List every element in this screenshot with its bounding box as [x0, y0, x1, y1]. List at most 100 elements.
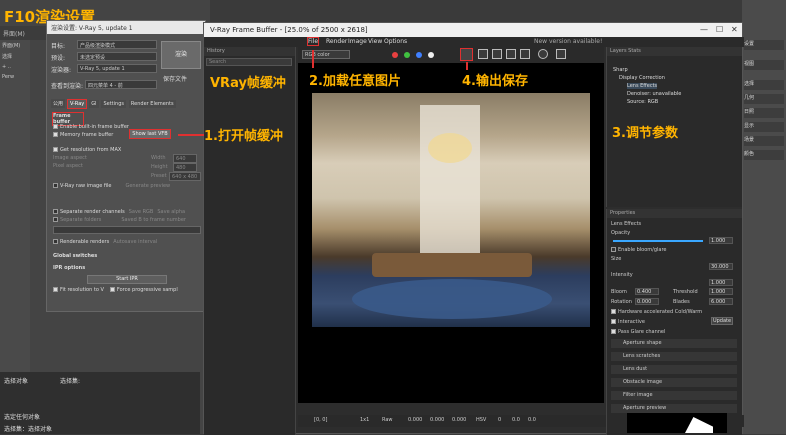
menu-render[interactable]: Render [326, 38, 347, 45]
history-search-input[interactable]: Search [206, 58, 292, 66]
view-select[interactable]: 四元菜单 4 - 前 [85, 80, 157, 89]
red-channel-icon[interactable] [392, 52, 398, 58]
load-image-icon[interactable] [478, 49, 488, 59]
fit-resolution-checkbox[interactable] [53, 287, 58, 292]
hw-accel-option[interactable]: Hardware accelerated Cold/Warm [611, 309, 702, 315]
preset-res-select[interactable]: 640 x 480 [169, 172, 201, 181]
new-version-notice[interactable]: New version available! [534, 38, 602, 45]
renderer-select[interactable]: V-Ray 5, update 1 [77, 64, 157, 73]
green-channel-icon[interactable] [404, 52, 410, 58]
max-side-item[interactable]: + .. [0, 62, 30, 72]
bloom-value[interactable]: 0.400 [635, 288, 659, 295]
pass-glare-checkbox[interactable] [611, 329, 616, 334]
menu-file[interactable]: File [306, 37, 320, 46]
right-item[interactable]: 日照 [744, 108, 784, 118]
memory-fb-checkbox[interactable] [53, 132, 58, 137]
channel-select[interactable]: RGB color [302, 50, 350, 59]
menu-image[interactable]: Image [348, 38, 367, 45]
show-last-vfb-button[interactable]: Show last VFB [129, 129, 171, 139]
filter-image-rollout[interactable]: Filter image [611, 391, 737, 400]
interactive-checkbox[interactable] [611, 319, 616, 324]
target-select[interactable]: 产品级渲染模式 [77, 40, 157, 49]
save-file-label[interactable]: 保存文件 [163, 74, 187, 83]
zoom-mode-select[interactable]: 1x1 [360, 417, 369, 423]
right-item[interactable]: 视图 [744, 60, 784, 70]
tab-vray[interactable]: V-Ray [66, 99, 88, 109]
lens-dust-rollout[interactable]: Lens dust [611, 365, 737, 374]
render-button[interactable]: 渲染 [161, 41, 201, 69]
lens-scratches-rollout[interactable]: Lens scratches [611, 352, 737, 361]
threshold-value[interactable]: 1.000 [709, 288, 733, 295]
enable-bloom-checkbox[interactable] [611, 247, 616, 252]
menu-view[interactable]: View [368, 38, 382, 45]
menu-options[interactable]: Options [384, 38, 407, 45]
alpha-channel-icon[interactable] [428, 52, 434, 58]
blades-value[interactable]: 6.000 [709, 298, 733, 305]
separate-folders-option[interactable]: Separate folders Saved B to frame number [53, 217, 201, 223]
maximize-icon[interactable]: ☐ [716, 25, 723, 34]
channel-path-field[interactable] [53, 226, 201, 234]
stop-icon[interactable] [556, 49, 566, 59]
renderable-vfb-checkbox[interactable] [53, 239, 58, 244]
max-side-item[interactable]: 界面(M) [0, 40, 30, 51]
start-ipr-button[interactable]: Start IPR [87, 275, 167, 284]
tab-render-elements[interactable]: Render Elements [128, 100, 176, 108]
enable-vfb-checkbox[interactable] [53, 124, 58, 129]
opacity-slider[interactable] [613, 240, 703, 242]
separate-channels-checkbox[interactable] [53, 209, 58, 214]
right-item[interactable]: 设置 [744, 40, 784, 50]
opacity-value[interactable]: 1.000 [709, 237, 733, 244]
layer-source[interactable]: Source: RGB [627, 99, 658, 105]
vray-raw-option[interactable]: V-Ray raw image file Generate preview [53, 183, 201, 189]
preset-select[interactable]: 未选定预设 [77, 52, 157, 61]
tab-layers[interactable]: Layers [610, 48, 627, 54]
tab-stats[interactable]: Stats [628, 48, 641, 54]
width-field[interactable]: 640 [173, 154, 197, 163]
hsv-select[interactable]: HSV [476, 417, 486, 423]
layer-sharp[interactable]: Sharp [613, 67, 628, 73]
aperture-shape-rollout[interactable]: Aperture shape [611, 339, 737, 348]
global-switches-rollout[interactable]: Global switches [53, 253, 201, 259]
tab-settings[interactable]: Settings [101, 100, 126, 108]
max-side-item[interactable]: 选择 [0, 51, 30, 62]
vray-raw-checkbox[interactable] [53, 183, 58, 188]
minimize-icon[interactable]: — [700, 25, 708, 34]
raw-select[interactable]: Raw [382, 417, 393, 423]
right-item[interactable]: 选择 [744, 80, 784, 90]
ipr-options-rollout[interactable]: IPR options [53, 265, 201, 271]
separate-folders-checkbox[interactable] [53, 217, 58, 222]
get-resolution-checkbox[interactable] [53, 147, 58, 152]
rotation-value[interactable]: 0.000 [635, 298, 659, 305]
max-side-item[interactable]: Perw [0, 72, 30, 82]
track-mouse-icon[interactable] [506, 49, 516, 59]
aperture-preview-rollout[interactable]: Aperture preview [611, 404, 737, 413]
right-item[interactable]: 显示 [744, 122, 784, 132]
separate-channels-option[interactable]: Separate render channels Save RGB Save alp… [53, 209, 201, 215]
intensity-value[interactable]: 1.000 [709, 279, 733, 286]
ipr-icon[interactable] [538, 49, 548, 59]
interactive-option[interactable]: Interactive [611, 319, 645, 325]
height-field[interactable]: 480 [173, 163, 197, 172]
blue-channel-icon[interactable] [416, 52, 422, 58]
right-item[interactable]: 场景 [744, 136, 784, 146]
renderable-vfb-option[interactable]: Renderable renders Autosave interval [53, 239, 201, 245]
enable-bloom-option[interactable]: Enable bloom/glare [611, 247, 667, 253]
size-value[interactable]: 30.000 [709, 263, 733, 270]
get-resolution-option[interactable]: Get resolution from MAX [53, 147, 201, 153]
layer-denoiser[interactable]: Denoiser: unavailable [627, 91, 681, 97]
right-item[interactable]: 几何 [744, 94, 784, 104]
layer-lens-effects[interactable]: Lens Effects [627, 83, 658, 89]
obstacle-image-rollout[interactable]: Obstacle image [611, 378, 737, 387]
enable-vfb-option[interactable]: Enable built-in frame buffer [53, 124, 201, 130]
fit-resolution-option[interactable]: Fit resolution to V Force progressive sam… [53, 287, 201, 293]
update-button[interactable]: Update [711, 317, 733, 325]
region-render-icon[interactable] [492, 49, 502, 59]
close-icon[interactable]: ✕ [731, 25, 738, 34]
right-item[interactable]: 颜色 [744, 150, 784, 160]
layer-display-correction[interactable]: Display Correction [619, 75, 665, 81]
hw-accel-checkbox[interactable] [611, 309, 616, 314]
save-image-icon[interactable] [460, 48, 473, 61]
tab-common[interactable]: 公用 [51, 99, 66, 108]
pass-glare-option[interactable]: Pass Glare channel [611, 329, 665, 335]
render-viewport[interactable] [298, 63, 604, 403]
